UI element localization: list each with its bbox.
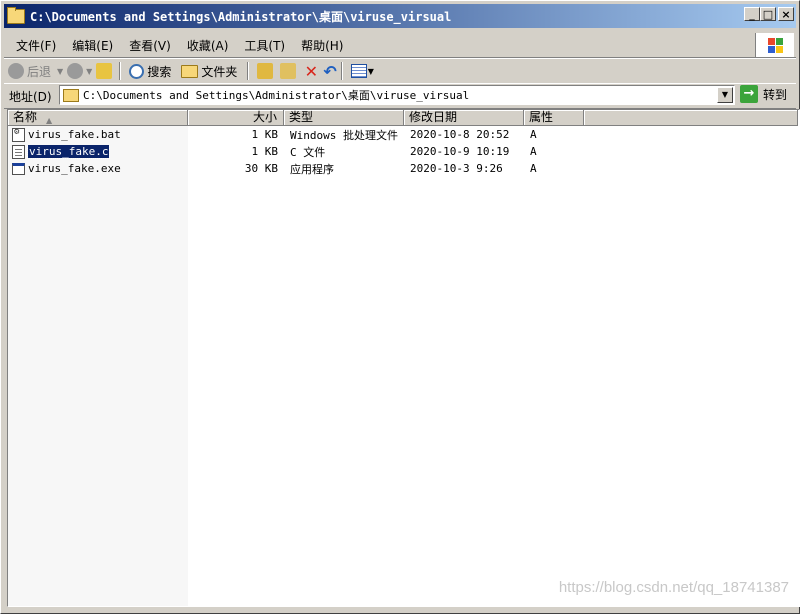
- file-name-cell: virus_fake.c: [8, 144, 188, 159]
- go-label: 转到: [763, 87, 788, 102]
- delete-button[interactable]: ✕: [303, 62, 319, 81]
- toolbar-separator: [119, 62, 122, 80]
- back-label: 后退: [27, 64, 52, 79]
- forward-button[interactable]: ▼: [67, 63, 92, 79]
- batch-file-icon: [12, 127, 25, 142]
- move-to-button[interactable]: [257, 63, 276, 79]
- file-modified: 2020-10-9 10:19: [410, 145, 510, 158]
- menu-bar: 文件(F) 编辑(E) 查看(V) 收藏(A) 工具(T) 帮助(H): [4, 33, 796, 58]
- go-arrow-icon: →: [740, 85, 758, 103]
- folder-icon: [7, 6, 25, 24]
- menu-help[interactable]: 帮助(H): [293, 37, 351, 54]
- file-attributes: A: [530, 145, 537, 158]
- file-attributes: A: [530, 128, 537, 141]
- window-controls: _ □ ×: [744, 7, 794, 21]
- views-icon: [350, 64, 367, 78]
- column-header-filler: [584, 110, 798, 126]
- file-list[interactable]: 名称 ▲ 大小 类型 修改日期 属性 virus_fake.bat 1 KB W…: [7, 109, 800, 607]
- file-name-cell: virus_fake.bat: [8, 127, 188, 142]
- maximize-button[interactable]: □: [760, 7, 776, 21]
- file-attributes: A: [530, 162, 537, 175]
- undo-button[interactable]: ↶: [323, 62, 336, 81]
- list-header: 名称 ▲ 大小 类型 修改日期 属性: [8, 110, 798, 126]
- window-title: C:\Documents and Settings\Administrator\…: [30, 9, 452, 24]
- address-label: 地址(D): [9, 89, 52, 104]
- file-modified: 2020-10-3 9:26: [410, 162, 503, 175]
- list-item-selected[interactable]: virus_fake.c 1 KB C 文件 2020-10-9 10:19 A: [8, 143, 584, 160]
- standard-toolbar: 后退 ▼ ▼ 搜索 文件夹 ✕ ↶ ▼: [4, 58, 796, 84]
- folder-icon: [181, 64, 199, 78]
- chevron-down-icon[interactable]: ▼: [86, 67, 92, 76]
- watermark: https://blog.csdn.net/qq_18741387: [558, 579, 789, 596]
- back-arrow-icon: [8, 63, 24, 79]
- undo-icon: ↶: [323, 61, 337, 81]
- folders-label: 文件夹: [201, 64, 238, 79]
- chevron-down-icon[interactable]: ▼: [368, 67, 374, 76]
- address-path: C:\Documents and Settings\Administrator\…: [83, 89, 470, 102]
- explorer-window: C:\Documents and Settings\Administrator\…: [0, 0, 800, 614]
- forward-arrow-icon: [67, 63, 84, 79]
- file-modified: 2020-10-8 20:52: [410, 128, 510, 141]
- chevron-down-icon[interactable]: ▼: [57, 67, 63, 76]
- menu-file[interactable]: 文件(F): [8, 37, 64, 54]
- go-button[interactable]: → 转到: [740, 85, 787, 103]
- folder-icon: [63, 88, 79, 102]
- file-size: 1 KB: [251, 128, 279, 141]
- up-folder-icon: [96, 63, 113, 79]
- file-name: virus_fake.exe: [28, 162, 121, 175]
- column-header-type[interactable]: 类型: [284, 110, 404, 126]
- sorted-column-background: [8, 110, 188, 606]
- menu-tools[interactable]: 工具(T): [236, 37, 293, 54]
- minimize-button[interactable]: _: [744, 7, 760, 21]
- column-header-size[interactable]: 大小: [188, 110, 284, 126]
- file-name-cell: virus_fake.exe: [8, 162, 188, 175]
- address-input[interactable]: C:\Documents and Settings\Administrator\…: [59, 85, 735, 105]
- up-folder-button[interactable]: [96, 63, 115, 79]
- file-size: 30 KB: [244, 162, 278, 175]
- toolbar-separator: [340, 62, 343, 80]
- column-header-modified[interactable]: 修改日期: [404, 110, 524, 126]
- column-header-name[interactable]: 名称 ▲: [8, 110, 188, 126]
- file-name: virus_fake.bat: [28, 128, 121, 141]
- menu-favorites[interactable]: 收藏(A): [179, 37, 237, 54]
- search-button[interactable]: 搜索: [129, 63, 171, 80]
- folders-button[interactable]: 文件夹: [181, 63, 237, 80]
- list-item[interactable]: virus_fake.bat 1 KB Windows 批处理文件 2020-1…: [8, 126, 584, 143]
- file-size: 1 KB: [251, 145, 279, 158]
- close-button[interactable]: ×: [778, 7, 794, 21]
- back-button[interactable]: 后退 ▼: [8, 63, 63, 80]
- move-to-icon: [257, 63, 274, 79]
- column-header-attributes[interactable]: 属性: [524, 110, 584, 126]
- delete-x-icon: ✕: [304, 61, 319, 81]
- toolbar-separator: [247, 62, 250, 80]
- c-file-icon: [12, 144, 25, 159]
- title-bar[interactable]: C:\Documents and Settings\Administrator\…: [4, 4, 796, 28]
- search-label: 搜索: [147, 64, 172, 79]
- views-button[interactable]: ▼: [350, 64, 374, 78]
- windows-logo-icon: [755, 33, 794, 57]
- file-name: virus_fake.c: [26, 144, 111, 159]
- menu-view[interactable]: 查看(V): [121, 37, 179, 54]
- copy-to-button[interactable]: [280, 63, 299, 79]
- file-type: C 文件: [290, 145, 326, 159]
- address-bar: 地址(D) C:\Documents and Settings\Administ…: [4, 83, 796, 109]
- copy-to-icon: [280, 63, 297, 79]
- menu-edit[interactable]: 编辑(E): [64, 37, 121, 54]
- exe-file-icon: [12, 162, 25, 175]
- address-dropdown-button[interactable]: ▼: [717, 87, 733, 103]
- list-item[interactable]: virus_fake.exe 30 KB 应用程序 2020-10-3 9:26…: [8, 160, 584, 177]
- file-type: 应用程序: [290, 162, 334, 176]
- search-icon: [129, 63, 145, 79]
- file-type: Windows 批处理文件: [290, 128, 398, 142]
- column-name-label: 名称: [13, 110, 38, 124]
